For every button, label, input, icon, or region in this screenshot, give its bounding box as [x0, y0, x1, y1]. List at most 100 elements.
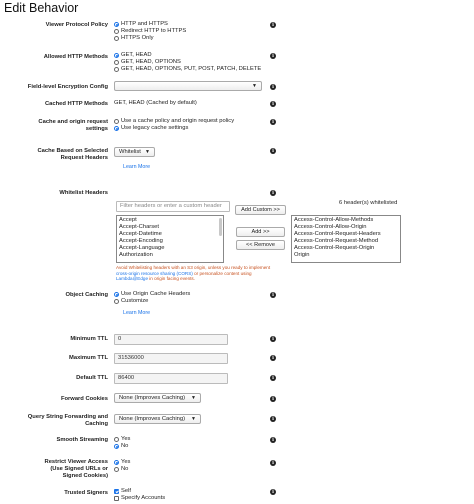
radio-smooth-streaming-yes[interactable]: Yes	[114, 436, 130, 443]
checkbox[interactable]	[114, 496, 119, 501]
list-item[interactable]: Access-Control-Allow-Methods	[294, 217, 398, 224]
radio-button[interactable]	[114, 460, 119, 465]
radio-button[interactable]	[114, 22, 119, 27]
radio-button[interactable]	[114, 119, 119, 124]
add-button[interactable]: Add >>	[236, 227, 285, 237]
smooth-streaming-options: Yes No	[114, 436, 130, 450]
list-item[interactable]: Authorization	[119, 252, 221, 259]
object-caching-label: Object Caching	[65, 292, 108, 298]
radio-button[interactable]	[114, 29, 119, 34]
add-custom-button[interactable]: Add Custom >>	[235, 205, 286, 215]
radio-button[interactable]	[114, 36, 119, 41]
radio-http-and-https[interactable]: HTTP and HTTPS	[114, 21, 186, 28]
info-icon[interactable]: i	[270, 53, 276, 59]
minimum-ttl-label: Minimum TTL	[70, 336, 108, 342]
list-item[interactable]: Accept-Datetime	[119, 231, 221, 238]
list-item[interactable]: Accept	[119, 217, 221, 224]
info-icon[interactable]: i	[270, 375, 276, 381]
info-icon[interactable]: i	[270, 489, 276, 495]
minimum-ttl-input[interactable]: 0	[114, 334, 228, 345]
chevron-down-icon: ▼	[145, 148, 150, 155]
radio-button[interactable]	[114, 299, 119, 304]
radio-cache-policy[interactable]: Use a cache policy and origin request po…	[114, 118, 234, 125]
chevron-down-icon: ▼	[191, 394, 196, 401]
list-item[interactable]: Access-Control-Request-Method	[294, 238, 398, 245]
radio-all-methods[interactable]: GET, HEAD, OPTIONS, PUT, POST, PATCH, DE…	[114, 66, 261, 73]
radio-use-origin-cache-headers[interactable]: Use Origin Cache Headers	[114, 291, 190, 298]
checkbox-specify-accounts[interactable]: Specify Accounts	[114, 495, 165, 502]
default-ttl-label: Default TTL	[76, 375, 108, 381]
list-item[interactable]: Access-Control-Allow-Origin	[294, 224, 398, 231]
allowed-http-methods-options: GET, HEAD GET, HEAD, OPTIONS GET, HEAD, …	[114, 52, 261, 73]
scrollbar[interactable]	[219, 218, 222, 236]
radio-button[interactable]	[114, 444, 119, 449]
available-headers-list[interactable]: Accept Accept-Charset Accept-Datetime Ac…	[116, 215, 224, 263]
headers-whitelisted-count: 6 header(s) whitelisted	[339, 200, 398, 206]
radio-get-head-options[interactable]: GET, HEAD, OPTIONS	[114, 59, 261, 66]
allowed-http-methods-label: Allowed HTTP Methods	[43, 54, 108, 60]
viewer-protocol-policy-options: HTTP and HTTPS Redirect HTTP to HTTPS HT…	[114, 21, 186, 42]
info-icon[interactable]: i	[270, 437, 276, 443]
query-string-label: Query String Forwarding and Caching	[27, 414, 108, 427]
radio-https-only[interactable]: HTTPS Only	[114, 35, 186, 42]
info-icon[interactable]: i	[270, 460, 276, 466]
radio-restrict-yes[interactable]: Yes	[114, 459, 130, 466]
list-item[interactable]: Accept-Charset	[119, 224, 221, 231]
info-icon[interactable]: i	[270, 148, 276, 154]
forward-cookies-select[interactable]: None (Improves Caching) ▼	[114, 393, 201, 403]
cors-link[interactable]: cross-origin resource sharing (CORS)	[116, 271, 193, 276]
info-icon[interactable]: i	[270, 416, 276, 422]
object-caching-learn-more-link[interactable]: Learn More	[123, 310, 150, 317]
whitelisted-headers-list[interactable]: Access-Control-Allow-Methods Access-Cont…	[291, 215, 401, 263]
cache-headers-learn-more-link[interactable]: Learn More	[123, 164, 150, 171]
lambda-edge-link[interactable]: Lambda@Edge	[116, 276, 148, 281]
info-icon[interactable]: i	[270, 336, 276, 342]
radio-button[interactable]	[114, 53, 119, 58]
cache-based-headers-label: Cache Based on Selected Request Headers	[37, 148, 108, 161]
cache-based-headers-select[interactable]: Whitelist ▼	[114, 147, 155, 157]
radio-get-head[interactable]: GET, HEAD	[114, 52, 261, 59]
chevron-down-icon: ▼	[252, 82, 257, 89]
radio-button[interactable]	[114, 467, 119, 472]
radio-button[interactable]	[114, 60, 119, 65]
radio-legacy-cache-settings[interactable]: Use legacy cache settings	[114, 125, 234, 132]
info-icon[interactable]: i	[270, 84, 276, 90]
info-icon[interactable]: i	[270, 22, 276, 28]
query-string-select[interactable]: None (Improves Caching) ▼	[114, 414, 201, 424]
radio-smooth-streaming-no[interactable]: No	[114, 443, 130, 450]
info-icon[interactable]: i	[270, 396, 276, 402]
viewer-protocol-policy-label: Viewer Protocol Policy	[45, 22, 108, 28]
object-caching-options: Use Origin Cache Headers Customize	[114, 291, 190, 305]
radio-button[interactable]	[114, 126, 119, 131]
info-icon[interactable]: i	[270, 190, 276, 196]
info-icon[interactable]: i	[270, 101, 276, 107]
checkbox[interactable]	[114, 489, 119, 494]
page-title: Edit Behavior	[4, 1, 79, 15]
radio-redirect-http-to-https[interactable]: Redirect HTTP to HTTPS	[114, 28, 186, 35]
maximum-ttl-input[interactable]: 31536000	[114, 353, 228, 364]
radio-button[interactable]	[114, 292, 119, 297]
default-ttl-input[interactable]: 86400	[114, 373, 228, 384]
field-level-encryption-select[interactable]: ▼	[114, 81, 262, 91]
list-item[interactable]: Accept-Encoding	[119, 238, 221, 245]
maximum-ttl-label: Maximum TTL	[69, 355, 108, 361]
list-item[interactable]: Accept-Language	[119, 245, 221, 252]
list-item[interactable]: Access-Control-Request-Origin	[294, 245, 398, 252]
radio-button[interactable]	[114, 67, 119, 72]
trusted-signers-label: Trusted Signers	[64, 490, 108, 496]
remove-button[interactable]: << Remove	[236, 240, 285, 250]
checkbox-self[interactable]: Self	[114, 488, 165, 495]
restrict-viewer-access-label: Restrict Viewer Access (Use Signed URLs …	[44, 459, 108, 479]
info-icon[interactable]: i	[270, 292, 276, 298]
list-item[interactable]: Access-Control-Request-Headers	[294, 231, 398, 238]
cached-http-methods-value: GET, HEAD (Cached by default)	[114, 100, 197, 106]
radio-button[interactable]	[114, 437, 119, 442]
info-icon[interactable]: i	[270, 119, 276, 125]
radio-customize[interactable]: Customize	[114, 298, 190, 305]
radio-restrict-no[interactable]: No	[114, 466, 130, 473]
list-item[interactable]: Origin	[294, 252, 398, 259]
info-icon[interactable]: i	[270, 355, 276, 361]
cache-origin-settings-options: Use a cache policy and origin request po…	[114, 118, 234, 132]
header-filter-input[interactable]: Filter headers or enter a custom header	[116, 201, 230, 212]
whitelist-headers-label: Whitelist Headers	[59, 190, 108, 196]
